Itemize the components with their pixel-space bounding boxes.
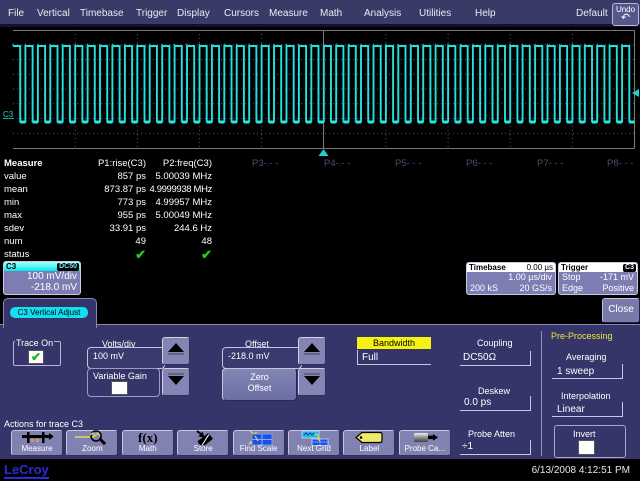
svg-text:C3: C3 — [3, 110, 14, 119]
